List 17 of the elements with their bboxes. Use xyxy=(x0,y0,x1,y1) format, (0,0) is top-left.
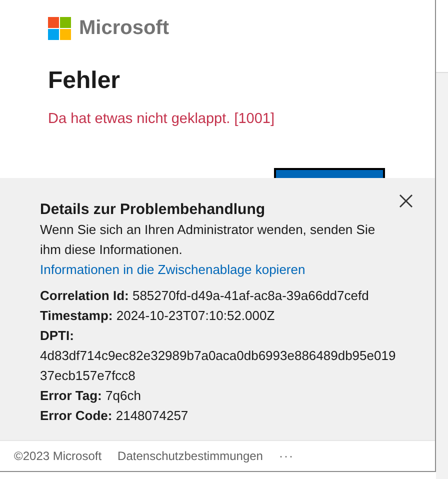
page-title: Fehler xyxy=(48,67,122,95)
copy-link[interactable]: Informationen in die Zwischenablage kopieren xyxy=(40,260,306,280)
more-button[interactable]: ··· xyxy=(278,449,294,463)
logo-icon xyxy=(48,17,71,40)
close-icon[interactable] xyxy=(399,194,413,208)
details-description: Wenn Sie sich an Ihren Administrator wenden, senden Sie ihm diese Informationen. xyxy=(40,221,376,259)
detail-line: DPTI: 4d83df714c9ec82e32989b7a0aca0db6993e886489db95e01937ecb157e7fcc8 xyxy=(40,327,397,385)
footer-link[interactable]: Datenschutzbestimmungen xyxy=(118,449,263,463)
error-message: Da hat etwas nicht geklappt. [1001] xyxy=(48,111,276,127)
details-title: Details zur Problembehandlung xyxy=(40,200,266,220)
detail-line: Error Tag: 7q6ch xyxy=(40,387,142,405)
logo-text: Microsoft xyxy=(79,17,169,40)
copyright-text: ©2023 Microsoft xyxy=(14,449,102,463)
detail-line: Timestamp: 2024-10-23T07:10:52.000Z xyxy=(40,307,276,325)
detail-line: Correlation Id: 585270fd-d49a-41af-ac8a-39a66dd7cefd xyxy=(40,287,370,305)
primary-button[interactable] xyxy=(274,168,385,178)
detail-line: Error Code: 2148074257 xyxy=(40,407,190,425)
